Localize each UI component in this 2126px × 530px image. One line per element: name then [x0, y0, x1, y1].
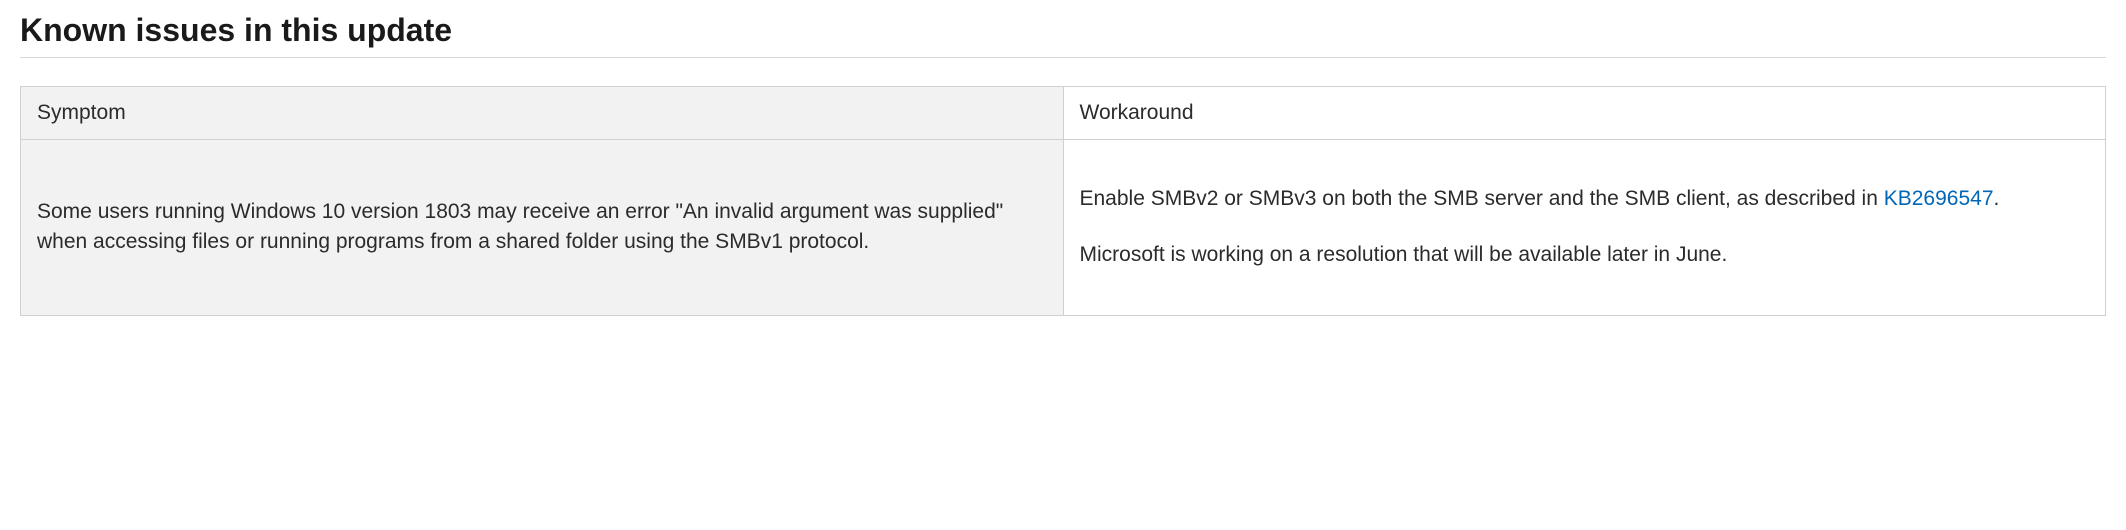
table-row: Some users running Windows 10 version 18… [21, 140, 2106, 316]
workaround-paragraph-2: Microsoft is working on a resolution tha… [1080, 240, 2090, 270]
workaround-paragraph-1: Enable SMBv2 or SMBv3 on both the SMB se… [1080, 184, 2090, 214]
workaround-text-before-link: Enable SMBv2 or SMBv3 on both the SMB se… [1080, 187, 1884, 210]
kb-link[interactable]: KB2696547 [1884, 187, 1994, 210]
workaround-text-after-link: . [1994, 187, 2000, 210]
workaround-cell: Enable SMBv2 or SMBv3 on both the SMB se… [1063, 140, 2106, 316]
symptom-text: Some users running Windows 10 version 18… [37, 197, 1047, 258]
table-header-row: Symptom Workaround [21, 87, 2106, 140]
known-issues-table: Symptom Workaround Some users running Wi… [20, 86, 2106, 316]
column-header-workaround: Workaround [1063, 87, 2106, 140]
column-header-symptom: Symptom [21, 87, 1064, 140]
symptom-cell: Some users running Windows 10 version 18… [21, 140, 1064, 316]
section-heading: Known issues in this update [20, 12, 2106, 58]
